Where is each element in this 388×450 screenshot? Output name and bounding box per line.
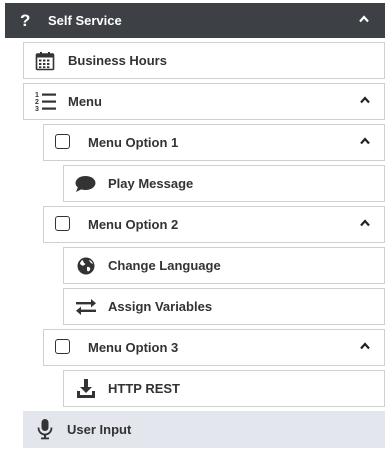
chevron-up-icon[interactable] [360,137,370,147]
speech-bubble-icon [74,175,96,193]
swap-arrows-icon [74,297,98,317]
download-tray-icon [75,378,97,400]
self-service-title: Self Service [48,13,122,28]
question-icon: ? [17,9,35,31]
svg-text:1: 1 [35,92,39,99]
menu-option-3-label: Menu Option 3 [88,340,179,355]
chevron-up-icon[interactable] [360,219,370,229]
calendar-icon [35,51,55,71]
menu-option-1-item[interactable]: Menu Option 1 [43,124,385,161]
checkbox-icon[interactable] [55,134,70,149]
menu-option-3-item[interactable]: Menu Option 3 [43,329,385,366]
svg-text:2: 2 [35,99,39,106]
play-message-label: Play Message [108,176,194,191]
menu-option-1-label: Menu Option 1 [88,135,179,150]
menu-label: Menu [68,94,102,109]
assign-variables-item[interactable]: Assign Variables [63,288,385,325]
assign-variables-label: Assign Variables [108,299,213,314]
menu-option-2-label: Menu Option 2 [88,217,179,232]
globe-icon [76,256,96,276]
business-hours-label: Business Hours [68,53,167,68]
checkbox-icon[interactable] [55,339,70,354]
microphone-icon [36,418,54,440]
menu-option-2-item[interactable]: Menu Option 2 [43,206,385,243]
user-input-label: User Input [67,422,132,437]
chevron-up-icon[interactable] [359,15,369,25]
play-message-item[interactable]: Play Message [63,165,385,202]
business-hours-item[interactable]: Business Hours [23,42,385,79]
chevron-up-icon[interactable] [360,342,370,352]
svg-text:?: ? [20,11,30,30]
chevron-up-icon[interactable] [360,96,370,106]
user-input-item[interactable]: User Input [23,411,385,448]
change-language-item[interactable]: Change Language [63,247,385,284]
http-rest-item[interactable]: HTTP REST [63,370,385,407]
self-service-header[interactable]: ? Self Service [5,3,385,38]
checkbox-icon[interactable] [55,216,70,231]
change-language-label: Change Language [108,258,221,273]
menu-item[interactable]: 1 2 3 Menu [23,83,385,120]
http-rest-label: HTTP REST [108,381,180,396]
svg-text:3: 3 [35,106,39,113]
numbered-list-icon: 1 2 3 [34,90,58,114]
